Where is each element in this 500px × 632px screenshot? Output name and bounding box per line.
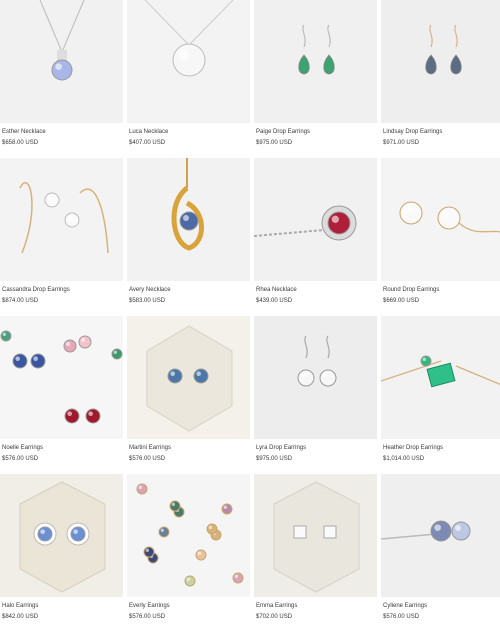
product-price: $658.00 USD — [2, 140, 39, 146]
product-image[interactable] — [0, 0, 123, 123]
product-name[interactable]: Noelle Earrings — [2, 445, 43, 451]
product-price: $975.00 USD — [256, 140, 293, 146]
product-card[interactable]: Martini Earrings $576.00 USD — [127, 316, 252, 474]
product-name[interactable]: Cassandra Drop Earrings — [2, 287, 70, 293]
product-card[interactable]: Rhea Necklace $439.00 USD — [254, 158, 379, 316]
product-price: $576.00 USD — [129, 614, 166, 620]
product-grid: Esther Necklace $658.00 USD Luca Necklace $… — [0, 0, 500, 632]
product-card[interactable]: Heather Drop Earrings $1,014.00 USD — [381, 316, 500, 474]
product-card[interactable]: Round Drop Earrings $669.00 USD — [381, 158, 500, 316]
product-price: $975.00 USD — [256, 456, 293, 462]
product-card[interactable]: Avery Necklace $583.00 USD — [127, 158, 252, 316]
product-name[interactable]: Rhea Necklace — [256, 287, 297, 293]
product-card[interactable]: Noelle Earrings $576.00 USD — [0, 316, 125, 474]
product-price: $971.00 USD — [383, 140, 420, 146]
product-name[interactable]: Esther Necklace — [2, 129, 46, 135]
product-price: $669.00 USD — [383, 298, 420, 304]
product-card[interactable]: Esther Necklace $658.00 USD — [0, 0, 125, 158]
product-card[interactable]: Lindsay Drop Earrings $971.00 USD — [381, 0, 500, 158]
product-name[interactable]: Halo Earrings — [2, 603, 38, 609]
product-price: $576.00 USD — [129, 456, 166, 462]
product-image[interactable] — [0, 474, 123, 597]
product-image[interactable] — [0, 158, 123, 281]
product-image[interactable] — [127, 316, 250, 439]
product-image[interactable] — [127, 0, 250, 123]
product-price: $407.00 USD — [129, 140, 166, 146]
product-card[interactable]: Emma Earrings $702.00 USD — [254, 474, 379, 632]
product-name[interactable]: Lindsay Drop Earrings — [383, 129, 442, 135]
product-price: $842.00 USD — [2, 614, 39, 620]
product-card[interactable]: Lyra Drop Earrings $975.00 USD — [254, 316, 379, 474]
product-card[interactable]: Cassandra Drop Earrings $874.00 USD — [0, 158, 125, 316]
product-image[interactable] — [254, 474, 377, 597]
product-price: $576.00 USD — [2, 456, 39, 462]
product-card[interactable]: Paige Drop Earrings $975.00 USD — [254, 0, 379, 158]
product-image[interactable] — [127, 474, 250, 597]
product-image[interactable] — [127, 158, 250, 281]
product-name[interactable]: Luca Necklace — [129, 129, 168, 135]
product-name[interactable]: Heather Drop Earrings — [383, 445, 443, 451]
product-price: $576.00 USD — [383, 614, 420, 620]
product-image[interactable] — [254, 158, 377, 281]
product-card[interactable]: Luca Necklace $407.00 USD — [127, 0, 252, 158]
product-price: $583.00 USD — [129, 298, 166, 304]
product-name[interactable]: Lyra Drop Earrings — [256, 445, 306, 451]
product-image[interactable] — [381, 0, 500, 123]
product-price: $874.00 USD — [2, 298, 39, 304]
product-name[interactable]: Paige Drop Earrings — [256, 129, 310, 135]
product-image[interactable] — [254, 316, 377, 439]
product-name[interactable]: Avery Necklace — [129, 287, 171, 293]
product-name[interactable]: Round Drop Earrings — [383, 287, 439, 293]
product-name[interactable]: Emma Earrings — [256, 603, 297, 609]
product-name[interactable]: Everly Earrings — [129, 603, 170, 609]
product-image[interactable] — [381, 158, 500, 281]
product-name[interactable]: Martini Earrings — [129, 445, 171, 451]
product-name[interactable]: Cyliene Earrings — [383, 603, 427, 609]
product-image[interactable] — [381, 316, 500, 439]
product-image[interactable] — [381, 474, 500, 597]
product-card[interactable]: Cyliene Earrings $576.00 USD — [381, 474, 500, 632]
product-card[interactable]: Halo Earrings $842.00 USD — [0, 474, 125, 632]
product-card[interactable]: Everly Earrings $576.00 USD — [127, 474, 252, 632]
product-price: $702.00 USD — [256, 614, 293, 620]
product-image[interactable] — [0, 316, 123, 439]
product-price: $1,014.00 USD — [383, 456, 425, 462]
product-image[interactable] — [254, 0, 377, 123]
product-price: $439.00 USD — [256, 298, 293, 304]
